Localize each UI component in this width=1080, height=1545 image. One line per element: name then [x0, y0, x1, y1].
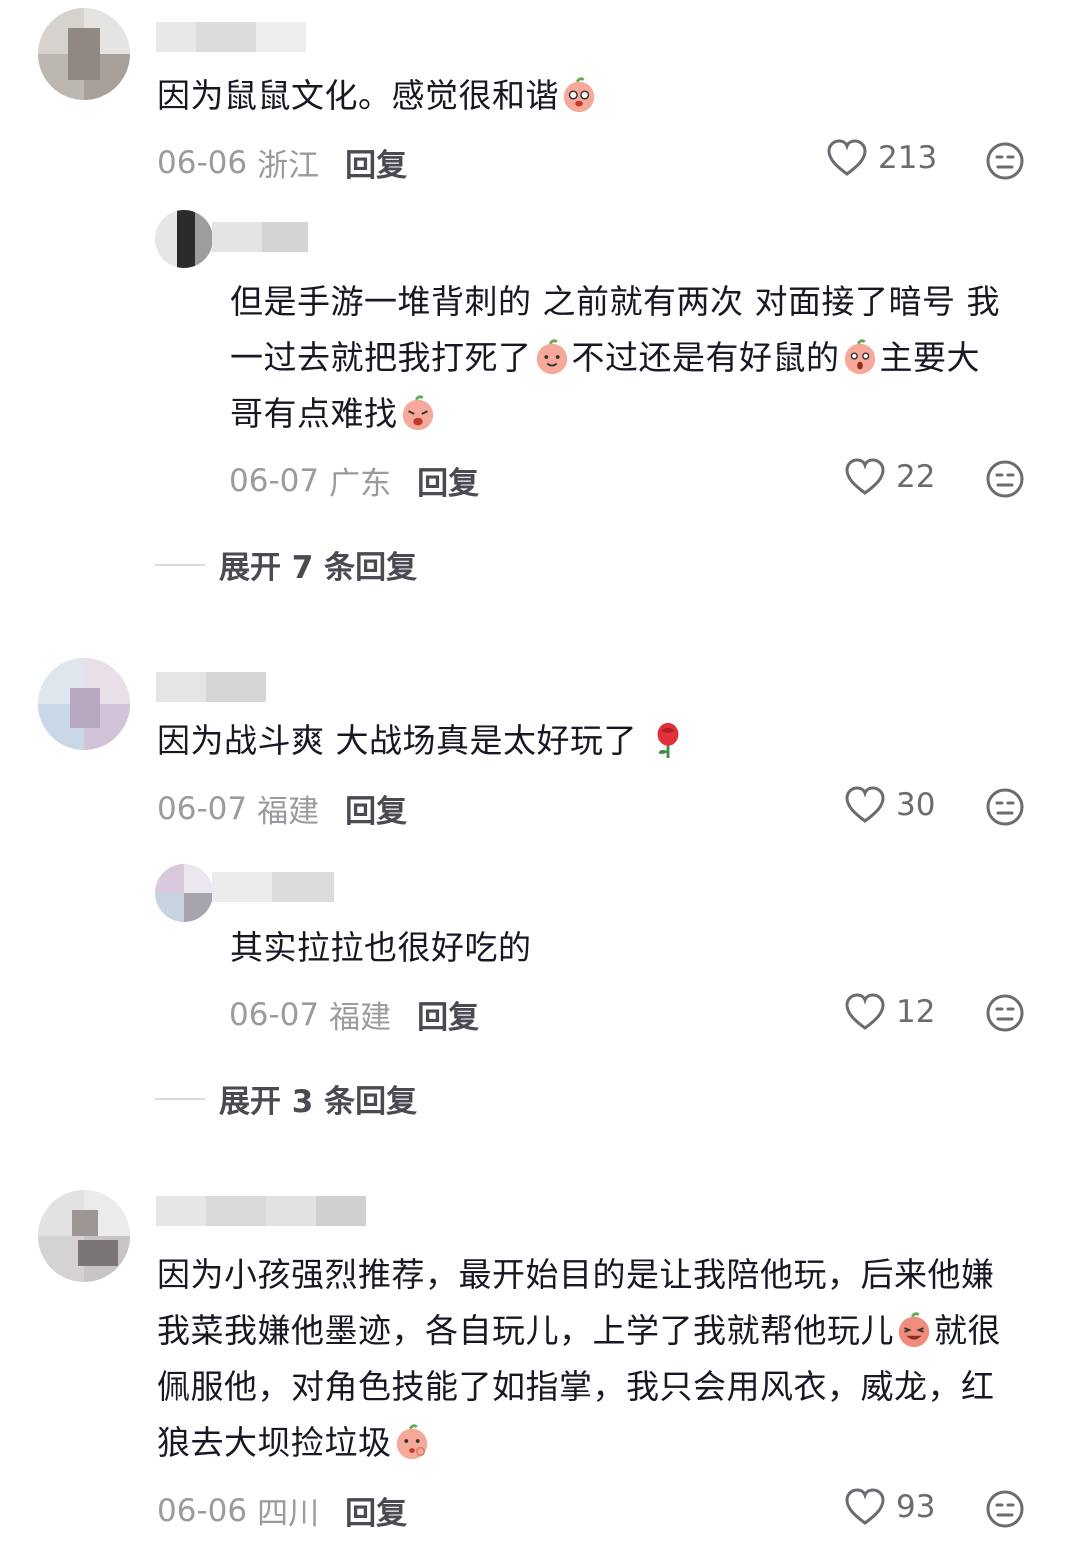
dislike-icon[interactable]: [985, 1489, 1025, 1529]
reply-button[interactable]: 回复: [345, 786, 407, 831]
reply-date: 06-07: [229, 462, 320, 499]
reply-text: 但是手游一堆背刺的 之前就有两次 对面接了暗号 我 一过去就把我打死了 不过还是有…: [230, 282, 1000, 433]
reply-meta: 06-07 福建 回复: [229, 992, 479, 1037]
expand-replies-button[interactable]: 展开 7 条回复: [155, 542, 417, 587]
like-count: 213: [878, 140, 938, 176]
heart-icon: [845, 1488, 885, 1525]
comment-date: 06-07: [157, 790, 248, 827]
reply-avatar[interactable]: [155, 210, 213, 268]
heart-icon: [845, 993, 885, 1030]
reply-date: 06-07: [229, 996, 320, 1033]
divider-line: [155, 1097, 205, 1100]
comment-text: 因为鼠鼠文化。感觉很和谐: [157, 68, 599, 124]
like-button[interactable]: 22: [844, 457, 935, 497]
reply-location: 福建: [329, 1000, 392, 1036]
peach-cry-emoji: [402, 395, 433, 431]
like-count: 93: [896, 1489, 936, 1525]
comment-text: 因为战斗爽 大战场真是太好玩了: [157, 713, 688, 769]
avatar[interactable]: [38, 1190, 130, 1282]
like-button[interactable]: 93: [844, 1487, 935, 1527]
comment-location: 四川: [257, 1496, 320, 1532]
expand-replies-button[interactable]: 展开 3 条回复: [155, 1076, 417, 1121]
comment-date: 06-06: [157, 144, 248, 181]
reply-username-blurred[interactable]: [212, 872, 334, 902]
avatar[interactable]: [38, 8, 130, 100]
comment-meta: 06-06 四川 回复: [157, 1488, 407, 1533]
peach-shy-emoji: [396, 1424, 427, 1460]
reply-meta: 06-07 广东 回复: [229, 458, 479, 503]
like-button[interactable]: 213: [826, 138, 937, 178]
peach-smile-emoji: [536, 339, 567, 375]
dislike-icon[interactable]: [985, 993, 1025, 1033]
heart-icon: [845, 458, 885, 495]
username-blurred[interactable]: [156, 1196, 366, 1226]
like-count: 30: [896, 787, 936, 823]
comment-meta: 06-06 浙江 回复: [157, 140, 407, 185]
peach-shock-emoji: [844, 339, 875, 375]
reply-button[interactable]: 回复: [417, 992, 479, 1037]
dislike-icon[interactable]: [985, 459, 1025, 499]
like-button[interactable]: 12: [844, 992, 935, 1032]
dislike-icon[interactable]: [985, 787, 1025, 827]
like-count: 12: [896, 994, 936, 1030]
reply-avatar[interactable]: [155, 864, 213, 922]
reply-text: 其实拉拉也很好吃的: [230, 928, 532, 967]
comment-date: 06-06: [157, 1492, 248, 1529]
peach-cry-emoji: [563, 77, 595, 113]
reply-button[interactable]: 回复: [345, 1488, 407, 1533]
reply-username-blurred[interactable]: [212, 222, 308, 252]
comment-location: 福建: [257, 794, 320, 830]
heart-icon: [827, 139, 867, 176]
comment-text: 因为小孩强烈推荐，最开始目的是让我陪他玩，后来他嫌 我菜我嫌他墨迹，各自玩儿，上…: [157, 1255, 1001, 1462]
like-button[interactable]: 30: [844, 785, 935, 825]
heart-icon: [845, 786, 885, 823]
like-count: 22: [896, 459, 936, 495]
divider-line: [155, 563, 205, 566]
dislike-icon[interactable]: [985, 141, 1025, 181]
comment-meta: 06-07 福建 回复: [157, 786, 407, 831]
comment-location: 浙江: [257, 148, 320, 184]
avatar[interactable]: [38, 658, 130, 750]
username-blurred[interactable]: [156, 22, 306, 52]
reply-location: 广东: [329, 466, 392, 502]
peach-laugh-emoji: [898, 1312, 930, 1348]
username-blurred[interactable]: [156, 672, 266, 702]
reply-button[interactable]: 回复: [345, 140, 407, 185]
rose-emoji: [657, 722, 679, 759]
reply-button[interactable]: 回复: [417, 458, 479, 503]
